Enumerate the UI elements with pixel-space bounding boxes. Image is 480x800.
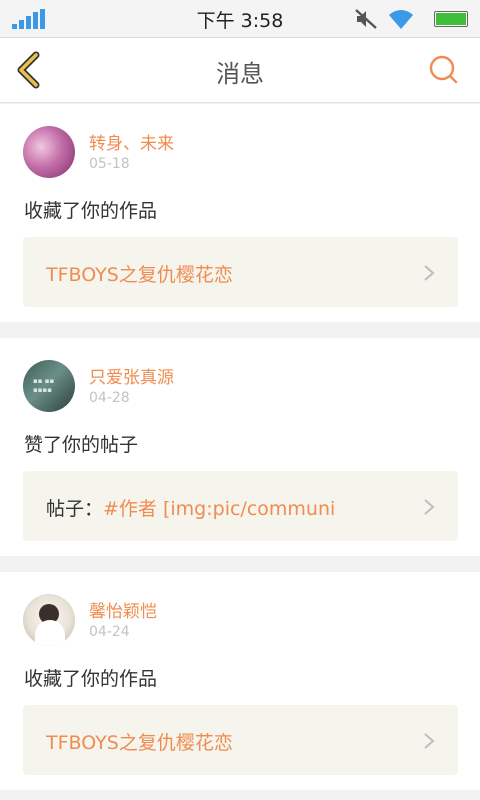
avatar[interactable]: ▪▪ ▪▪ ▪▪▪▪	[23, 360, 75, 412]
quote-content: #作者 [img:pic/communi	[103, 498, 336, 520]
nav-bar: 消息	[0, 38, 480, 103]
quoted-item[interactable]: TFBOYS之复仇樱花恋	[23, 237, 458, 307]
quoted-item[interactable]: TFBOYS之复仇樱花恋	[23, 705, 458, 775]
mute-icon	[355, 9, 377, 29]
quoted-title: TFBOYS之复仇樱花恋	[46, 728, 406, 755]
message-date: 04-24	[89, 624, 130, 640]
username[interactable]: 只爱张真源	[89, 363, 174, 388]
chevron-right-icon	[424, 499, 435, 515]
page-title: 消息	[216, 60, 264, 88]
username[interactable]: 馨怡颖恺	[89, 597, 157, 622]
chevron-right-icon	[424, 265, 435, 281]
avatar[interactable]	[23, 594, 75, 646]
message-card: ▪▪ ▪▪ ▪▪▪▪ 只爱张真源 04-28 赞了你的帖子 帖子：#作者 [img…	[0, 338, 480, 556]
action-text: 赞了你的帖子	[24, 434, 139, 456]
message-date: 05-18	[89, 156, 130, 172]
message-card: 转身、未来 05-18 收藏了你的作品 TFBOYS之复仇樱花恋	[0, 104, 480, 322]
avatar[interactable]	[23, 126, 75, 178]
chevron-right-icon	[424, 733, 435, 749]
status-bar: 下午 3:58	[0, 0, 480, 38]
username[interactable]: 转身、未来	[89, 129, 174, 154]
quote-content: TFBOYS之复仇樱花恋	[46, 732, 233, 754]
quoted-title: 帖子：#作者 [img:pic/communi	[46, 494, 406, 521]
battery-icon	[434, 11, 468, 27]
action-text: 收藏了你的作品	[24, 200, 158, 222]
quote-content: TFBOYS之复仇樱花恋	[46, 264, 233, 286]
quote-prefix: 帖子：	[46, 498, 104, 520]
quoted-item[interactable]: 帖子：#作者 [img:pic/communi	[23, 471, 458, 541]
message-date: 04-28	[89, 390, 130, 406]
wifi-icon	[389, 10, 413, 29]
message-card: 馨怡颖恺 04-24 收藏了你的作品 TFBOYS之复仇樱花恋	[0, 572, 480, 790]
quoted-title: TFBOYS之复仇樱花恋	[46, 260, 406, 287]
action-text: 收藏了你的作品	[24, 668, 158, 690]
search-icon[interactable]	[426, 52, 462, 88]
